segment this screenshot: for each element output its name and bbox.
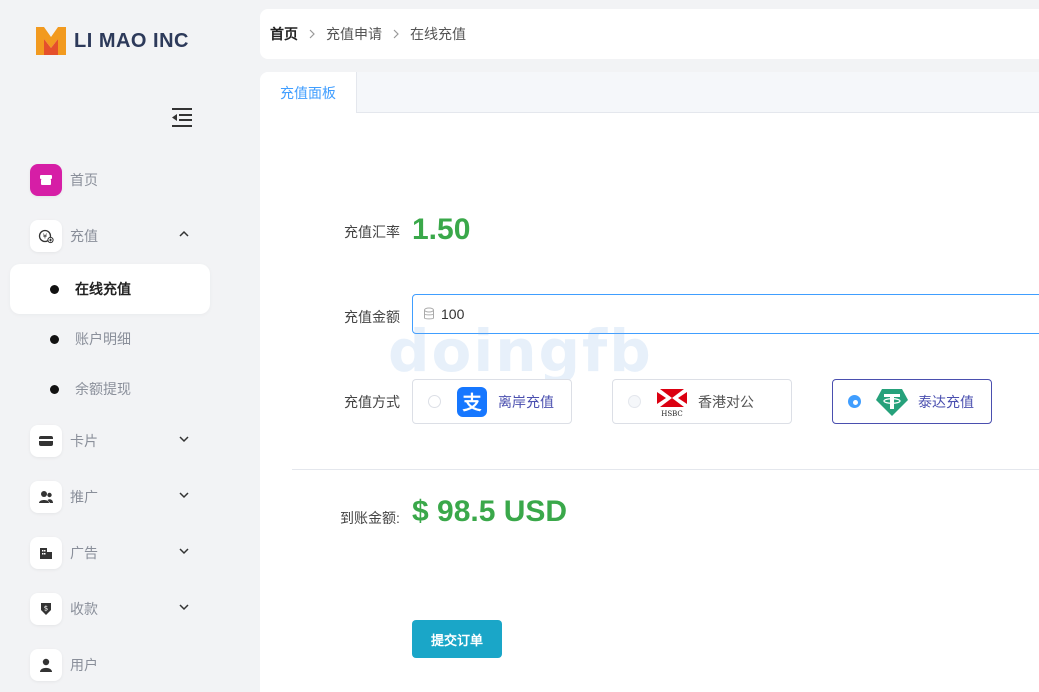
chevron-down-icon <box>179 492 189 499</box>
sidebar-item-label: 首页 <box>70 172 98 188</box>
sidebar-item-label: 用户 <box>70 657 98 673</box>
amount-input-wrapper[interactable] <box>412 294 1039 334</box>
rate-label: 充值汇率 <box>344 224 400 240</box>
method-tether-label: 泰达充值 <box>918 393 974 410</box>
sidebar-item-cards[interactable]: 卡片 <box>30 425 200 457</box>
chevron-right-icon <box>309 29 315 39</box>
logo-icon <box>36 27 66 55</box>
brand-logo[interactable]: LI MAO INC <box>36 27 189 55</box>
method-label: 充值方式 <box>344 394 400 410</box>
bullet-icon <box>50 334 59 344</box>
submit-order-button[interactable]: 提交订单 <box>412 620 502 658</box>
sidebar-subitem-account-details[interactable]: 账户明细 <box>10 314 210 364</box>
card-icon <box>30 425 62 457</box>
hsbc-icon: HSBC <box>655 386 689 418</box>
sidebar-subitem-label: 余额提现 <box>75 381 131 397</box>
breadcrumb: 首页 充值申请 在线充值 <box>260 9 1039 59</box>
bullet-icon <box>50 284 59 294</box>
method-hk-corporate-label: 香港对公 <box>698 393 754 410</box>
users-icon <box>30 481 62 513</box>
coins-icon <box>424 307 434 320</box>
sidebar-item-ads[interactable]: 广告 <box>30 537 200 569</box>
collapse-menu-icon[interactable] <box>170 106 194 128</box>
sidebar-subitem-label: 在线充值 <box>75 281 131 297</box>
svg-text:$: $ <box>44 605 48 613</box>
divider <box>292 469 1039 470</box>
radio-tether[interactable] <box>848 395 861 408</box>
sidebar-item-recharge[interactable]: ¥ 充值 <box>30 220 200 252</box>
chevron-down-icon <box>179 436 189 443</box>
svg-text:HSBC: HSBC <box>661 410 683 417</box>
svg-text:¥: ¥ <box>43 233 48 241</box>
sidebar: LI MAO INC 首页 ¥ 充值 在线充值 账户明细 余额提现 卡片 推广 … <box>0 0 220 692</box>
recharge-panel: 充值面板 充值汇率 1.50 充值金额 doingfb 充值方式 支 离岸充值 … <box>260 72 1039 692</box>
amount-label: 充值金额 <box>344 309 400 325</box>
chevron-down-icon <box>179 604 189 611</box>
breadcrumb-recharge-apply[interactable]: 充值申请 <box>326 24 382 44</box>
radio-offshore[interactable] <box>428 395 441 408</box>
rate-value: 1.50 <box>412 213 471 246</box>
sidebar-item-user[interactable]: 用户 <box>30 649 200 681</box>
radio-hk-corporate[interactable] <box>628 395 641 408</box>
alipay-icon: 支 <box>455 386 489 418</box>
sidebar-item-label: 推广 <box>70 489 98 505</box>
method-offshore[interactable]: 支 离岸充值 <box>412 379 572 424</box>
method-hk-corporate[interactable]: HSBC 香港对公 <box>612 379 792 424</box>
brand-name: LI MAO INC <box>74 29 189 52</box>
chevron-up-icon <box>179 230 189 237</box>
building-icon <box>30 537 62 569</box>
tab-recharge-panel[interactable]: 充值面板 <box>260 72 357 113</box>
tab-bar: 充值面板 <box>260 72 1039 113</box>
coin-add-icon: ¥ <box>30 220 62 252</box>
method-tether[interactable]: 泰达充值 <box>832 379 992 424</box>
sidebar-item-label: 卡片 <box>70 433 98 449</box>
sidebar-item-home[interactable]: 首页 <box>30 164 200 196</box>
chevron-down-icon <box>179 548 189 555</box>
sidebar-item-collection[interactable]: $ 收款 <box>30 593 200 625</box>
sidebar-item-promotion[interactable]: 推广 <box>30 481 200 513</box>
breadcrumb-home[interactable]: 首页 <box>270 24 298 44</box>
receive-label: 到账金额: <box>340 510 400 526</box>
sidebar-subitem-withdraw[interactable]: 余额提现 <box>10 364 210 414</box>
sidebar-subitem-label: 账户明细 <box>75 331 131 347</box>
tether-icon <box>875 386 909 418</box>
breadcrumb-online-recharge: 在线充值 <box>410 26 466 42</box>
sidebar-item-label: 充值 <box>70 228 98 244</box>
bullet-icon <box>50 384 59 394</box>
store-icon <box>30 164 62 196</box>
user-icon <box>30 649 62 681</box>
chevron-right-icon <box>393 29 399 39</box>
svg-text:支: 支 <box>461 392 482 414</box>
sidebar-item-label: 收款 <box>70 601 98 617</box>
amount-input[interactable] <box>441 306 841 322</box>
shield-dollar-icon: $ <box>30 593 62 625</box>
method-offshore-label: 离岸充值 <box>498 393 554 410</box>
receive-value: $ 98.5 USD <box>412 495 568 528</box>
sidebar-subitem-online-recharge[interactable]: 在线充值 <box>10 264 210 314</box>
sidebar-item-label: 广告 <box>70 545 98 561</box>
